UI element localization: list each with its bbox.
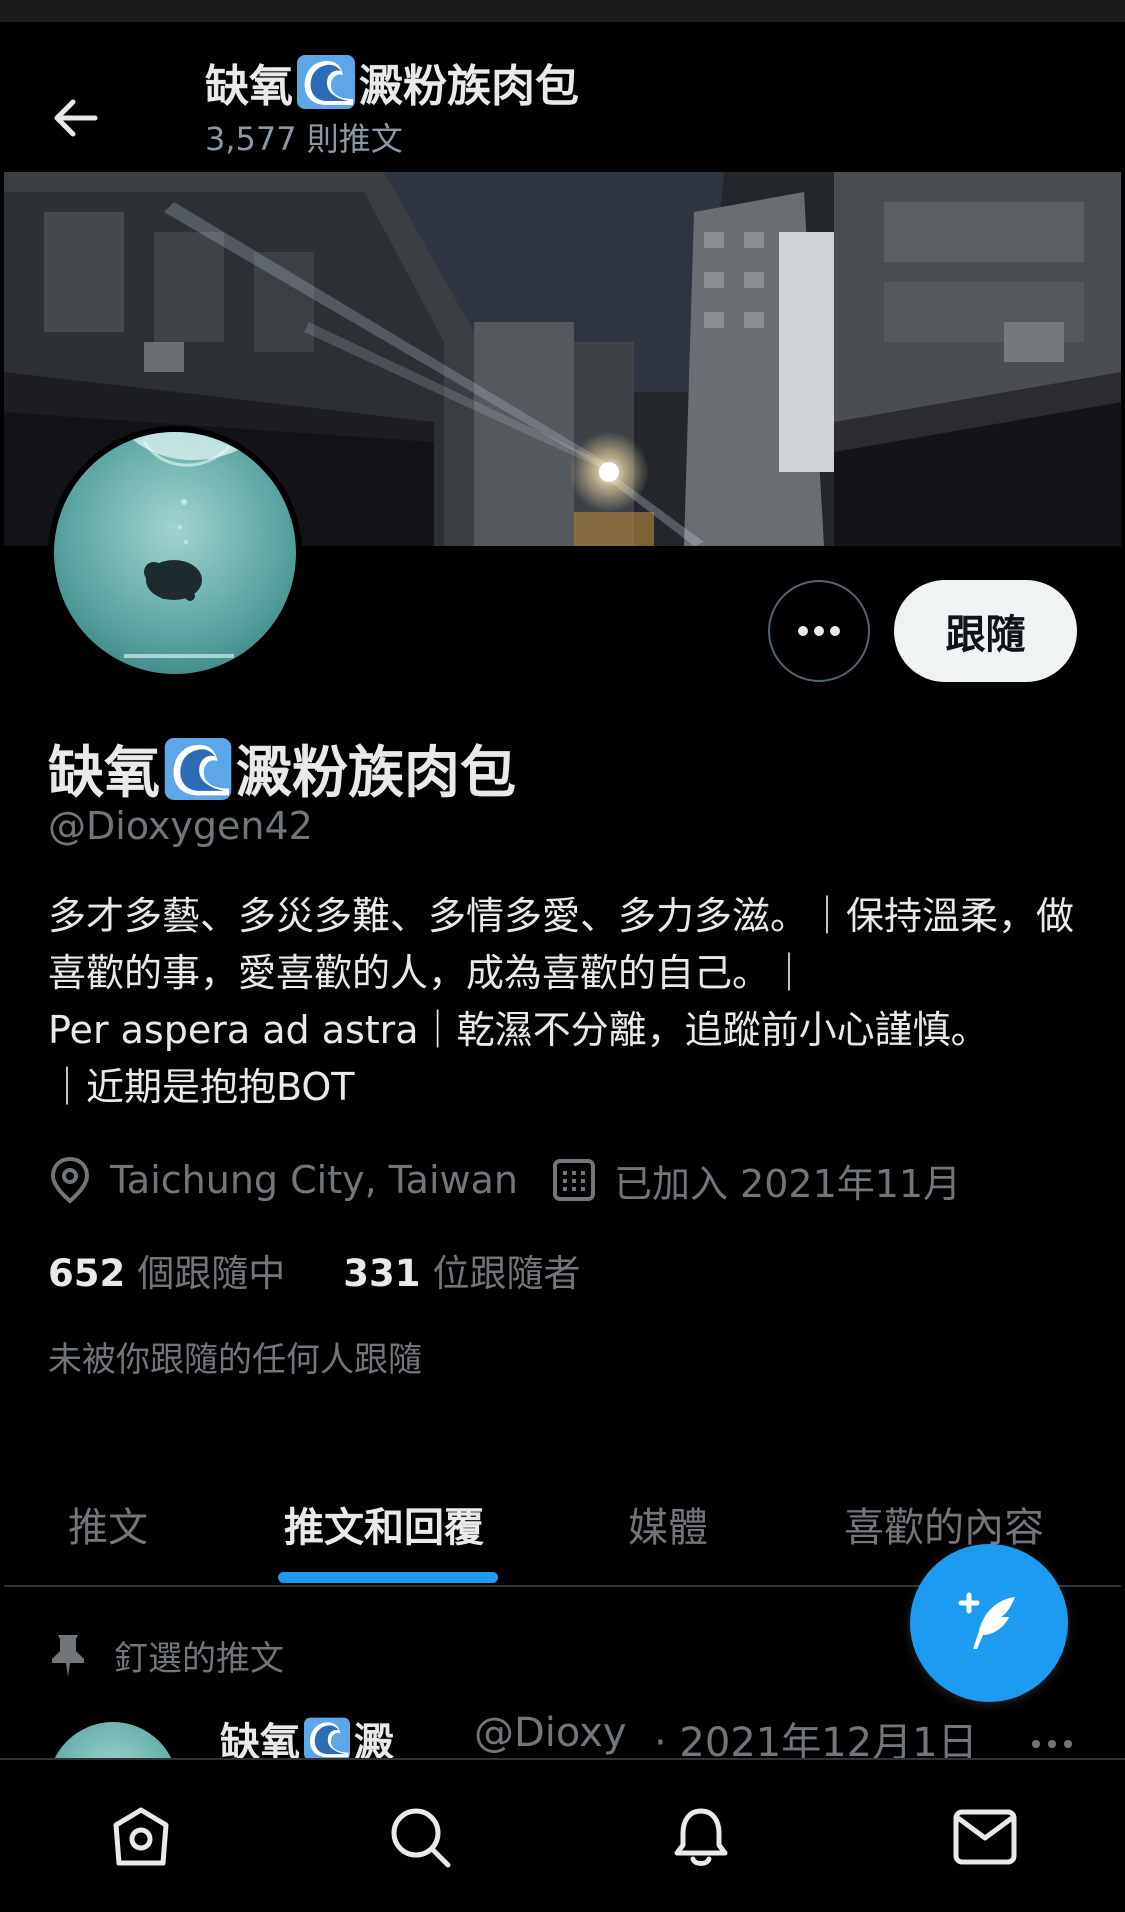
header-name-part2: 澱粉族肉包 — [359, 61, 579, 112]
tab-tweets-and-replies[interactable]: 推文和回覆 — [284, 1460, 484, 1587]
pinned-tweet-label: 釘選的推文 — [48, 1630, 284, 1680]
nav-home[interactable] — [86, 1760, 196, 1912]
more-options-button[interactable] — [768, 580, 870, 682]
profile-avatar[interactable] — [48, 426, 302, 680]
active-tab-indicator — [278, 1572, 498, 1583]
user-handle: @Dioxygen42 — [48, 804, 313, 848]
location-pin-icon — [50, 1156, 90, 1204]
display-name-part1: 缺氧 — [48, 741, 160, 806]
tweet-author-handle: @Dioxy — [474, 1710, 627, 1756]
header-name-part1: 缺氧 — [205, 61, 293, 112]
status-bar — [0, 0, 1125, 22]
tweet-date: · 2021年12月1日 — [654, 1720, 978, 1758]
bell-icon — [674, 1808, 728, 1866]
tweet-author-name: 缺氧 澱 — [220, 1710, 394, 1758]
followers-link[interactable]: 331 位跟隨者 — [343, 1243, 580, 1297]
search-icon — [391, 1808, 451, 1868]
following-link[interactable]: 652 個跟隨中 — [48, 1243, 285, 1297]
joined-text: 已加入 2021年11月 — [613, 1161, 962, 1206]
tweet-name-part2: 澱 — [354, 1720, 394, 1758]
wave-emoji-icon — [164, 737, 232, 800]
compose-tweet-button[interactable] — [910, 1544, 1068, 1702]
nav-notifications[interactable] — [646, 1760, 756, 1912]
profile-bio: 多才多藝、多災多難、多情多愛、多力多滋。｜保持溫柔，做喜歡的事，愛喜歡的人，成為… — [48, 894, 1075, 1109]
tweet-avatar[interactable] — [48, 1722, 178, 1758]
followers-count: 331 — [343, 1252, 421, 1295]
wave-emoji-icon — [304, 1717, 350, 1758]
header-title: 缺氧 澱粉族肉包 — [205, 50, 579, 114]
follow-stats: 652 個跟隨中 331 位跟隨者 — [48, 1240, 638, 1300]
location-text: Taichung City, Taiwan — [110, 1158, 518, 1202]
nav-search[interactable] — [365, 1760, 475, 1912]
ellipsis-icon — [798, 626, 840, 636]
follow-button[interactable]: 跟隨 — [894, 580, 1077, 682]
following-count: 652 — [48, 1252, 126, 1295]
arrow-left-icon — [54, 99, 98, 137]
pinned-tweet[interactable]: 缺氧 澱 @Dioxy · 2021年12月1日 — [0, 1700, 1125, 1758]
not-followed-text: 未被你跟隨的任何人跟隨 — [48, 1340, 422, 1380]
calendar-icon — [552, 1159, 595, 1201]
wave-emoji-icon — [297, 55, 355, 109]
followers-label: 位跟隨者 — [432, 1252, 581, 1295]
tweet-more-icon[interactable] — [1030, 1720, 1074, 1750]
mail-icon — [953, 1809, 1017, 1865]
display-name: 缺氧 澱粉族肉包 — [48, 728, 516, 809]
avatar-image — [124, 432, 254, 658]
top-header: 缺氧 澱粉族肉包 3,577 則推文 — [0, 22, 1125, 172]
home-icon — [113, 1807, 169, 1866]
location-item: Taichung City, Taiwan — [48, 1156, 518, 1204]
profile-meta: Taichung City, Taiwan 已加入 2021年11月 — [48, 1150, 995, 1210]
following-label: 個跟隨中 — [137, 1252, 286, 1295]
pin-icon — [52, 1635, 84, 1677]
tweet-count: 3,577 則推文 — [205, 120, 403, 158]
tab-media[interactable]: 媒體 — [628, 1460, 708, 1587]
compose-tweet-icon — [958, 1592, 1015, 1649]
profile-page: 缺氧 澱粉族肉包 3,577 則推文 跟隨 缺氧 澱粉族肉包 @Dioxygen… — [0, 0, 1125, 1912]
back-button[interactable] — [40, 70, 110, 166]
pinned-text: 釘選的推文 — [114, 1638, 284, 1679]
joined-item: 已加入 2021年11月 — [552, 1153, 961, 1208]
nav-messages[interactable] — [930, 1760, 1040, 1912]
tab-tweets[interactable]: 推文 — [68, 1460, 148, 1587]
display-name-part2: 澱粉族肉包 — [236, 741, 516, 806]
tweet-name-part1: 缺氧 — [220, 1720, 300, 1758]
bottom-navigation — [0, 1758, 1125, 1912]
